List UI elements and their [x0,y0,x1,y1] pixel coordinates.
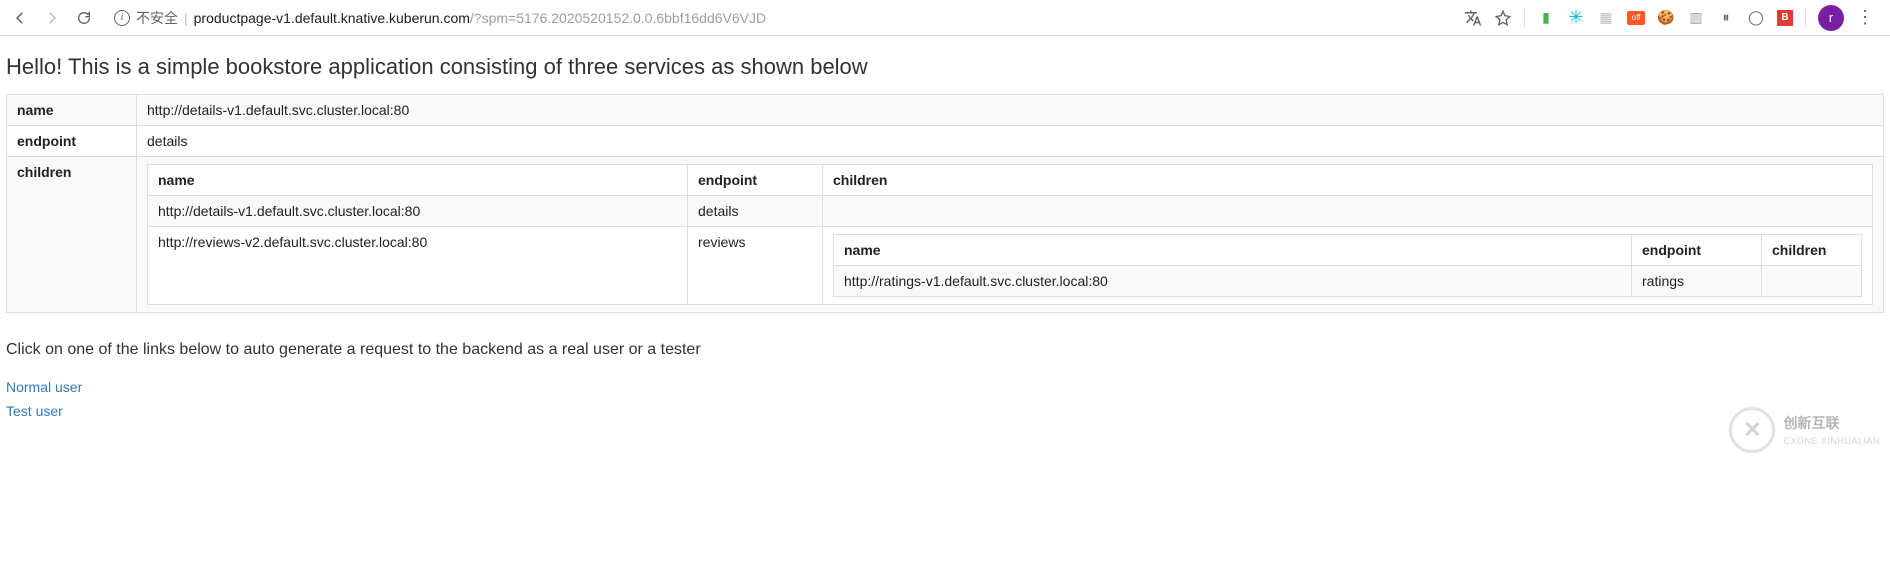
extension-icon[interactable]: B [1777,10,1793,26]
table-row: http://details-v1.default.svc.cluster.lo… [148,196,1873,227]
addr-separator: | [184,10,188,26]
watermark-title: 创新互联 [1783,413,1880,433]
label-name: name [7,95,137,126]
root-name: http://details-v1.default.svc.cluster.lo… [137,95,1884,126]
children-cell: name endpoint children http://details-v1… [137,157,1884,313]
watermark-sub: CXONE XINHUALIAN [1783,436,1880,446]
gc-header-name: name [834,235,1632,266]
extension-icon[interactable]: ▦ [1597,9,1615,27]
child-children [823,196,1873,227]
kebab-menu-icon[interactable]: ⋮ [1856,7,1874,28]
insecure-label: 不安全 [136,8,178,28]
toolbar-icons: ▮ ✳ ▦ off 🍪 ▥ ⏸ ◯ B r ⋮ [1464,5,1882,31]
translate-icon[interactable] [1464,9,1482,27]
url-host: productpage-v1.default.knative.kuberun.c… [194,10,470,26]
extension-icon[interactable]: ✳ [1567,9,1585,27]
extension-icon[interactable]: off [1627,11,1645,25]
extension-icon[interactable]: ◯ [1747,9,1765,27]
root-endpoint: details [137,126,1884,157]
child-children: name endpoint children http://ratings-v1 [823,227,1873,305]
grandchildren-table: name endpoint children http://ratings-v1 [833,234,1862,297]
page-content: Hello! This is a simple bookstore applic… [0,36,1890,459]
normal-user-link[interactable]: Normal user [6,379,82,395]
service-info-table: name http://details-v1.default.svc.clust… [6,94,1884,313]
gc-header-endpoint: endpoint [1632,235,1762,266]
extension-icon[interactable]: ▥ [1687,9,1705,27]
reload-button[interactable] [72,6,96,30]
watermark: ✕ 创新互联 CXONE XINHUALIAN [1729,407,1880,453]
children-header-name: name [148,165,688,196]
label-endpoint: endpoint [7,126,137,157]
toolbar-divider [1524,8,1525,28]
children-header-endpoint: endpoint [688,165,823,196]
child-endpoint: details [688,196,823,227]
table-row: http://ratings-v1.default.svc.cluster.lo… [834,266,1862,297]
children-header-children: children [823,165,1873,196]
forward-button[interactable] [40,6,64,30]
gc-name: http://ratings-v1.default.svc.cluster.lo… [834,266,1632,297]
children-table: name endpoint children http://details-v1… [147,164,1873,305]
browser-toolbar: i 不安全 | productpage-v1.default.knative.k… [0,0,1890,36]
child-endpoint: reviews [688,227,823,305]
star-icon[interactable] [1494,9,1512,27]
profile-avatar[interactable]: r [1818,5,1844,31]
gc-endpoint: ratings [1632,266,1762,297]
gc-header-children: children [1762,235,1862,266]
table-row: http://reviews-v2.default.svc.cluster.lo… [148,227,1873,305]
child-name: http://details-v1.default.svc.cluster.lo… [148,196,688,227]
back-button[interactable] [8,6,32,30]
label-children: children [7,157,137,313]
extension-icon[interactable]: ▮ [1537,9,1555,27]
site-info-icon[interactable]: i [114,10,130,26]
url-path: /?spm=5176.2020520152.0.0.6bbf16dd6V6VJD [470,10,766,26]
page-subheading: Click on one of the links below to auto … [6,341,1884,359]
page-heading: Hello! This is a simple bookstore applic… [6,54,1884,80]
child-name: http://reviews-v2.default.svc.cluster.lo… [148,227,688,305]
gc-children [1762,266,1862,297]
extension-icon[interactable]: ⏸ [1717,9,1735,27]
test-user-link[interactable]: Test user [6,403,63,419]
address-bar[interactable]: i 不安全 | productpage-v1.default.knative.k… [104,4,1456,32]
toolbar-divider [1805,8,1806,28]
watermark-logo-icon: ✕ [1729,407,1775,453]
extension-icon[interactable]: 🍪 [1657,9,1675,27]
